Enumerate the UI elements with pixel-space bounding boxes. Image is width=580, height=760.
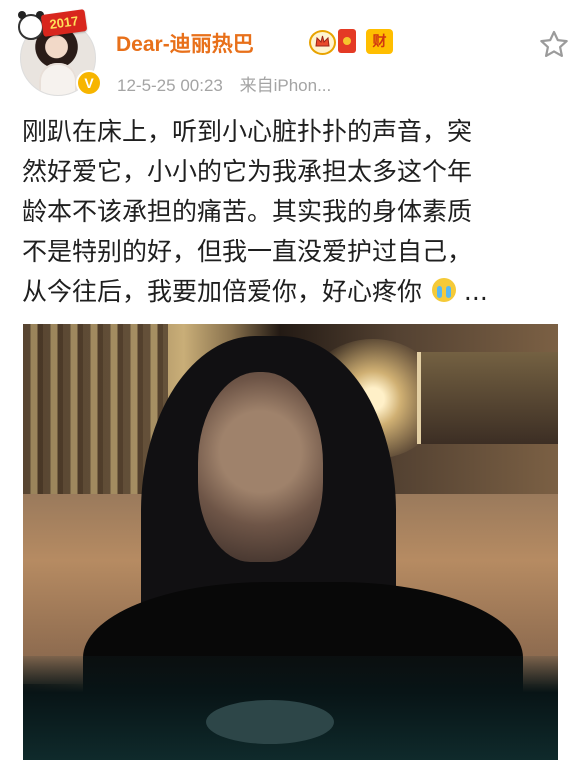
post-body: 刚趴在床上，听到小心脏扑扑的声音，突 然好爱它，小小的它为我承担太多这个年 龄本… [22, 112, 568, 312]
post-timestamp: 12-5-25 00:23 [117, 76, 223, 95]
weibo-post-header: 2017 V Dear-迪丽热巴 财 12-5-25 00:23 来自iPhon… [0, 0, 580, 108]
post-text-line-5-text: 从今往后，我要加倍爱你，好心疼你 [22, 277, 423, 306]
wall-frame [417, 352, 558, 444]
crown-icon [309, 30, 336, 55]
post-meta: 12-5-25 00:23 来自iPhon... [117, 71, 331, 96]
author-name[interactable]: Dear-迪丽热巴 [116, 28, 254, 58]
post-source: 来自iPhon... [239, 76, 332, 95]
post-text-line-4: 不是特别的好，但我一直没爱护过自己， [22, 237, 473, 266]
post-text-line-2: 然好爱它，小小的它为我承担太多这个年 [22, 157, 473, 186]
post-text-line-3: 龄本不该承担的痛苦。其实我的身体素质 [22, 197, 473, 226]
crying-face-icon [431, 278, 456, 302]
author-avatar[interactable]: 2017 V [18, 9, 102, 96]
post-photo[interactable] [23, 324, 558, 760]
person-face [198, 372, 323, 562]
red-packet-icon [338, 29, 356, 53]
post-text-line-5: 从今往后，我要加倍爱你，好心疼你 ... [22, 272, 568, 312]
verified-badge-icon: V [76, 70, 102, 96]
foreground-hand [206, 700, 334, 744]
star-icon[interactable] [539, 30, 569, 60]
post-ellipsis: ... [463, 277, 488, 306]
post-text-line-1: 刚趴在床上，听到小心脏扑扑的声音，突 [22, 117, 473, 146]
wealth-badge: 财 [366, 29, 393, 54]
